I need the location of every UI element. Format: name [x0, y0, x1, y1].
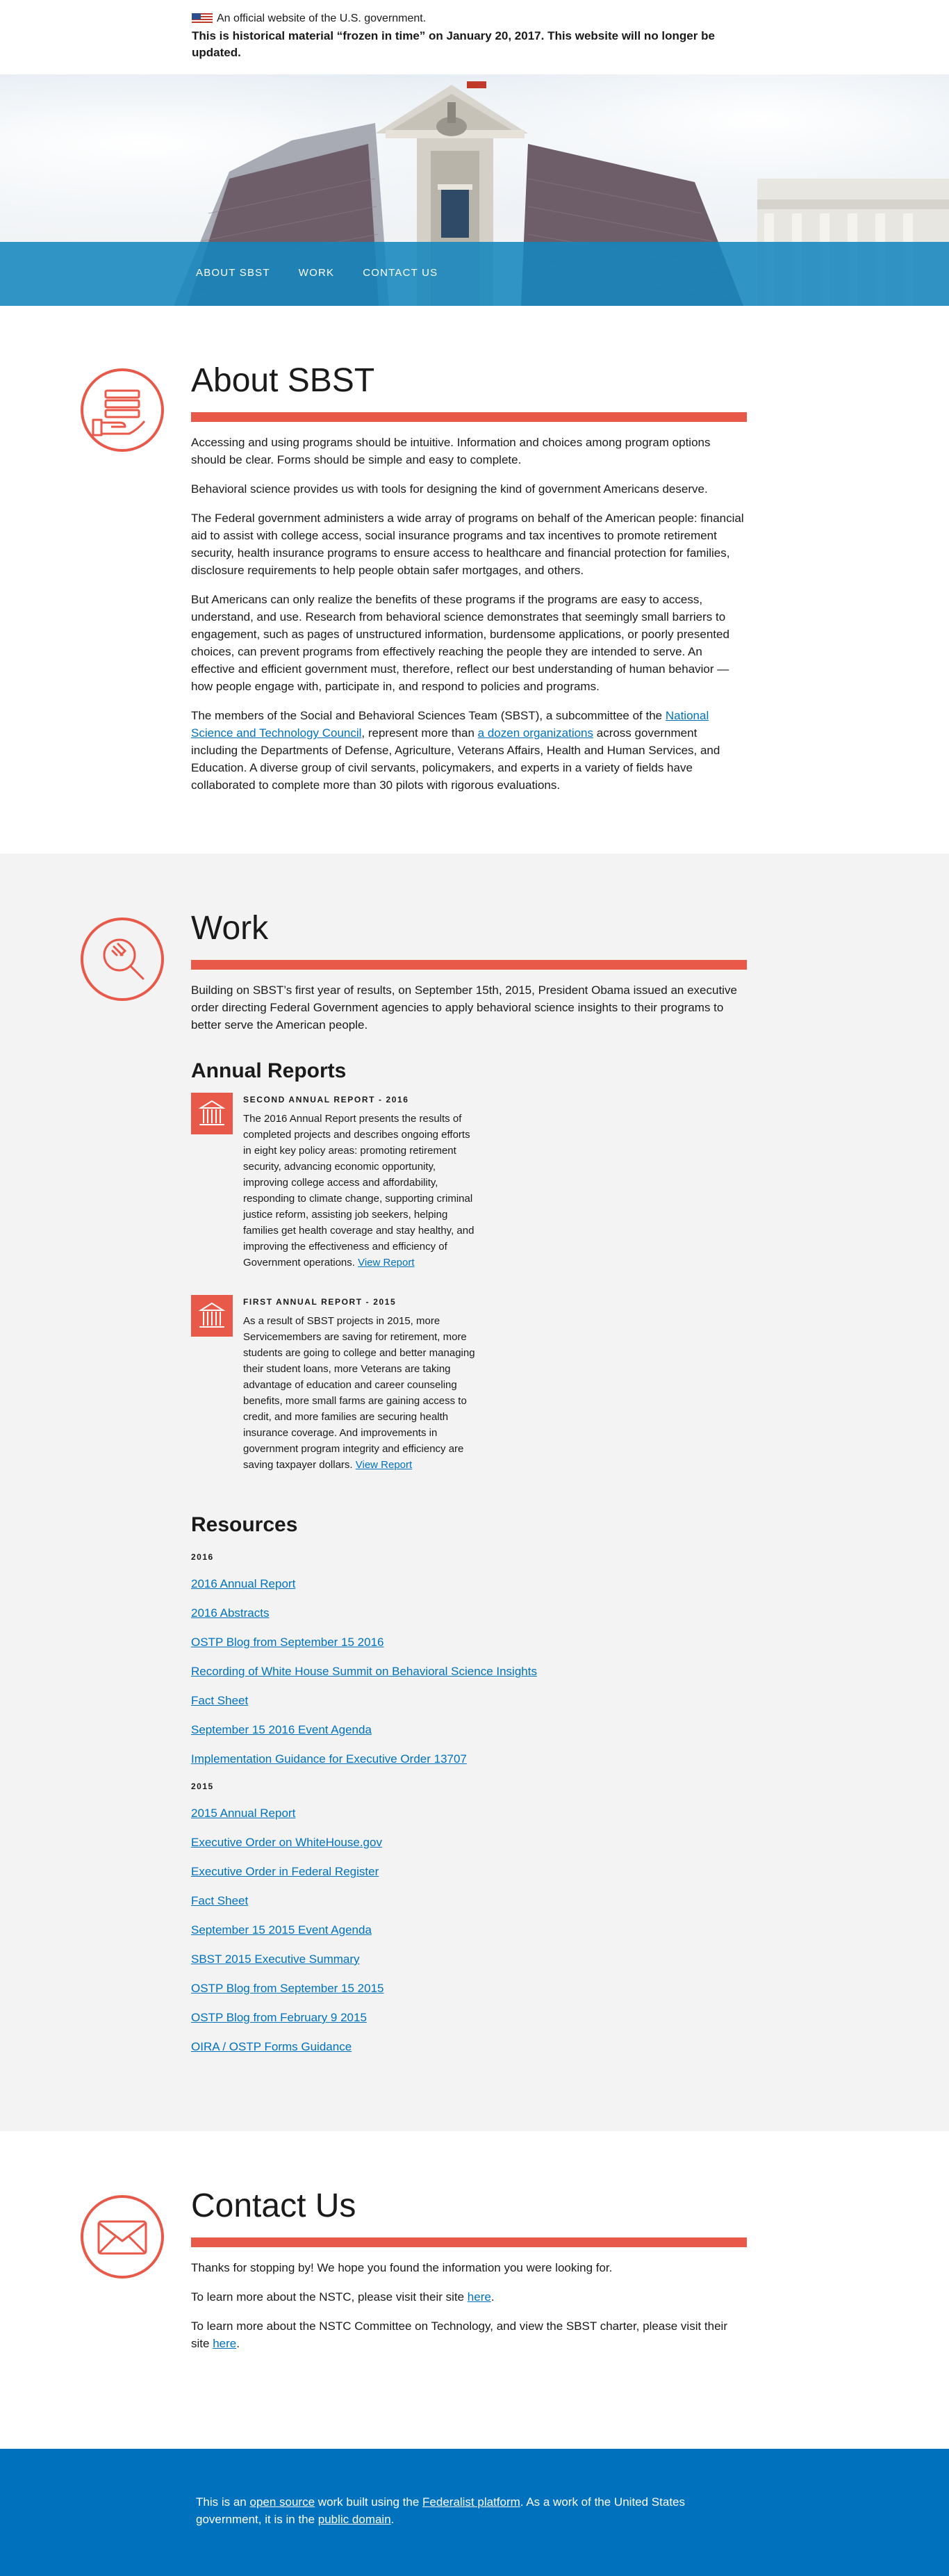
nav-item-contact[interactable]: CONTACT US	[363, 267, 438, 279]
report-description: The 2016 Annual Report presents the resu…	[243, 1113, 474, 1269]
work-title: Work	[191, 910, 269, 947]
resource-link[interactable]: OSTP Blog from February 9 2015	[191, 2011, 747, 2025]
nav-item-work[interactable]: WORK	[299, 267, 334, 279]
resource-link[interactable]: 2016 Abstracts	[191, 1606, 747, 1620]
resource-link[interactable]: Executive Order on WhiteHouse.gov	[191, 1836, 747, 1850]
about-paragraph-2: Behavioral science provides us with tool…	[191, 482, 708, 496]
report-item: SECOND ANNUAL REPORT - 2016 The 2016 Ann…	[191, 1093, 747, 1271]
work-intro: Building on SBST’s first year of results…	[191, 984, 737, 1032]
historical-notice: This is historical material “frozen in t…	[192, 29, 715, 59]
resource-link[interactable]: OIRA / OSTP Forms Guidance	[191, 2040, 747, 2054]
view-report-link[interactable]: View Report	[358, 1257, 414, 1269]
hero-image: ABOUT SBST WORK CONTACT US	[0, 74, 949, 306]
open-source-link[interactable]: open source	[249, 2495, 315, 2509]
government-building-icon	[191, 1295, 233, 1337]
title-accent-bar	[191, 960, 747, 970]
about-paragraph-3: The Federal government administers a wid…	[191, 512, 744, 577]
site-footer: This is an open source work built using …	[0, 2449, 949, 2576]
envelope-icon	[81, 2195, 164, 2279]
resource-link[interactable]: 2016 Annual Report	[191, 1577, 747, 1591]
resource-link[interactable]: Implementation Guidance for Executive Or…	[191, 1752, 747, 1766]
main-nav: ABOUT SBST WORK CONTACT US	[0, 242, 949, 306]
title-accent-bar	[191, 412, 747, 422]
nav-item-about[interactable]: ABOUT SBST	[196, 267, 270, 279]
nstc-site-link[interactable]: here	[468, 2290, 491, 2304]
hand-with-documents-icon	[81, 368, 164, 452]
resource-link[interactable]: Recording of White House Summit on Behav…	[191, 1665, 747, 1679]
resources-2015-list: 2015 Annual Report Executive Order on Wh…	[191, 1807, 747, 2054]
about-paragraph-4: But Americans can only realize the benef…	[191, 593, 729, 693]
contact-title: Contact Us	[191, 2187, 356, 2224]
year-heading-2016: 2016	[191, 1552, 214, 1562]
government-building-icon	[191, 1093, 233, 1134]
contact-section: Contact Us Thanks for stopping by! We ho…	[0, 2131, 949, 2449]
resource-link[interactable]: September 15 2016 Event Agenda	[191, 1723, 747, 1737]
footer-text: This is an open source work built using …	[196, 2495, 685, 2526]
federalist-link[interactable]: Federalist platform	[422, 2495, 520, 2509]
resource-link[interactable]: Executive Order in Federal Register	[191, 1865, 747, 1879]
about-title: About SBST	[191, 362, 375, 399]
resource-link[interactable]: OSTP Blog from September 15 2015	[191, 1982, 747, 1996]
report-item: FIRST ANNUAL REPORT - 2015 As a result o…	[191, 1295, 747, 1473]
year-heading-2015: 2015	[191, 1782, 214, 1791]
resource-link[interactable]: 2015 Annual Report	[191, 1807, 747, 1820]
work-section: Work Building on SBST’s first year of re…	[0, 854, 949, 2131]
committee-site-link[interactable]: here	[213, 2337, 236, 2350]
about-section: About SBST Accessing and using programs …	[0, 306, 949, 854]
contact-paragraph-2: To learn more about the NSTC, please vis…	[191, 2290, 495, 2304]
report-title: FIRST ANNUAL REPORT - 2015	[243, 1297, 397, 1307]
contact-paragraph-1: Thanks for stopping by! We hope you foun…	[191, 2261, 613, 2274]
resource-link[interactable]: Fact Sheet	[191, 1694, 747, 1708]
view-report-link[interactable]: View Report	[356, 1459, 412, 1471]
us-flag-icon	[192, 13, 213, 24]
organizations-link[interactable]: a dozen organizations	[478, 726, 593, 740]
report-description: As a result of SBST projects in 2015, mo…	[243, 1315, 475, 1471]
about-paragraph-5: The members of the Social and Behavioral…	[191, 709, 720, 792]
resources-heading: Resources	[191, 1513, 298, 1536]
resource-link[interactable]: September 15 2015 Event Agenda	[191, 1923, 747, 1937]
resource-link[interactable]: SBST 2015 Executive Summary	[191, 1953, 747, 1966]
about-paragraph-1: Accessing and using programs should be i…	[191, 436, 711, 466]
magnifier-with-wrench-icon	[81, 918, 164, 1001]
resources-2016-list: 2016 Annual Report 2016 Abstracts OSTP B…	[191, 1577, 747, 1766]
resource-link[interactable]: Fact Sheet	[191, 1894, 747, 1908]
report-title: SECOND ANNUAL REPORT - 2016	[243, 1095, 409, 1104]
title-accent-bar	[191, 2237, 747, 2247]
contact-paragraph-3: To learn more about the NSTC Committee o…	[191, 2320, 727, 2350]
resource-link[interactable]: OSTP Blog from September 15 2016	[191, 1636, 747, 1649]
public-domain-link[interactable]: public domain	[318, 2513, 391, 2526]
official-banner: An official website of the U.S. governme…	[0, 0, 949, 74]
official-text: An official website of the U.S. governme…	[217, 13, 427, 24]
annual-reports-heading: Annual Reports	[191, 1059, 347, 1082]
